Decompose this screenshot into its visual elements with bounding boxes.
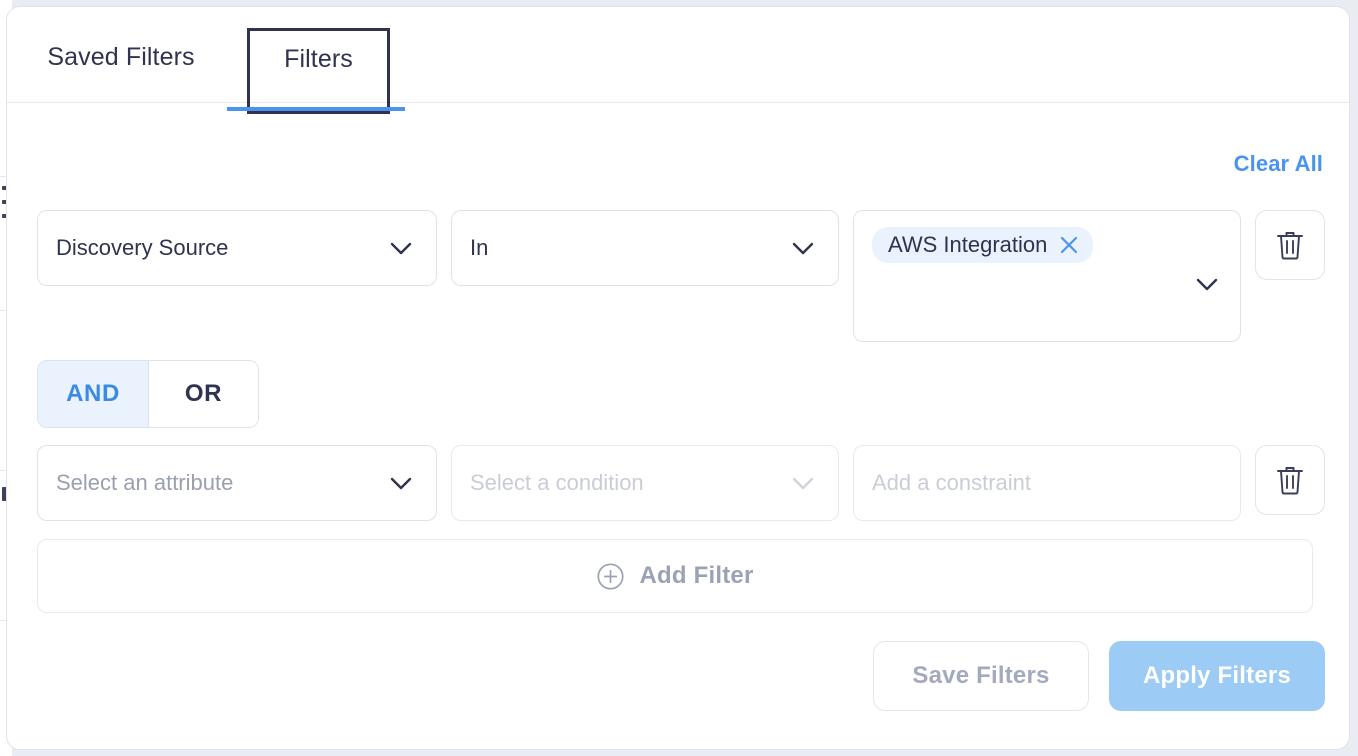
tab-strip: Saved Filters Filters (7, 7, 1349, 114)
chevron-down-icon (390, 477, 412, 490)
tab-filters[interactable]: Filters (247, 28, 390, 114)
filters-panel: Saved Filters Filters Clear All Discover… (6, 6, 1350, 750)
attribute-select-value: Discovery Source (56, 235, 229, 260)
chevron-down-icon[interactable] (1190, 267, 1224, 301)
filter-row: Select an attribute Select a condition A… (37, 445, 1325, 521)
constraint-chip[interactable]: AWS Integration (872, 227, 1094, 263)
constraint-chip-label: AWS Integration (888, 232, 1048, 257)
trash-icon (1277, 232, 1303, 260)
add-filter-label: Add Filter (639, 562, 754, 589)
delete-filter-button[interactable] (1255, 210, 1325, 280)
condition-select-placeholder: Select a condition (470, 470, 644, 495)
logic-option-and[interactable]: AND (38, 361, 148, 427)
save-filters-button[interactable]: Save Filters (873, 641, 1089, 711)
chevron-down-icon (792, 242, 814, 255)
attribute-select[interactable]: Discovery Source (37, 210, 437, 286)
trash-icon (1277, 467, 1303, 495)
attribute-select-placeholder: Select an attribute (56, 470, 234, 495)
chevron-down-icon (390, 242, 412, 255)
close-icon[interactable] (1057, 233, 1081, 257)
panel-footer: Save Filters Apply Filters (873, 641, 1325, 711)
plus-circle-icon (596, 562, 624, 590)
constraint-multiselect[interactable]: AWS Integration (853, 210, 1241, 342)
filter-row: Discovery Source In AWS Integration (37, 210, 1325, 342)
condition-select[interactable]: Select a condition (451, 445, 839, 521)
apply-filters-button[interactable]: Apply Filters (1109, 641, 1325, 711)
logic-operator-toggle: AND OR (37, 360, 259, 428)
condition-select[interactable]: In (451, 210, 839, 286)
constraint-input-placeholder: Add a constraint (872, 470, 1031, 495)
tab-active-underline (227, 107, 405, 111)
logic-option-or[interactable]: OR (148, 361, 258, 427)
delete-filter-button[interactable] (1255, 445, 1325, 515)
attribute-select[interactable]: Select an attribute (37, 445, 437, 521)
clear-all-button[interactable]: Clear All (1228, 147, 1329, 181)
chevron-down-icon (792, 477, 814, 490)
condition-select-value: In (470, 235, 489, 260)
add-filter-button[interactable]: Add Filter (37, 539, 1313, 613)
tab-saved-filters[interactable]: Saved Filters (25, 28, 217, 86)
constraint-input[interactable]: Add a constraint (853, 445, 1241, 521)
